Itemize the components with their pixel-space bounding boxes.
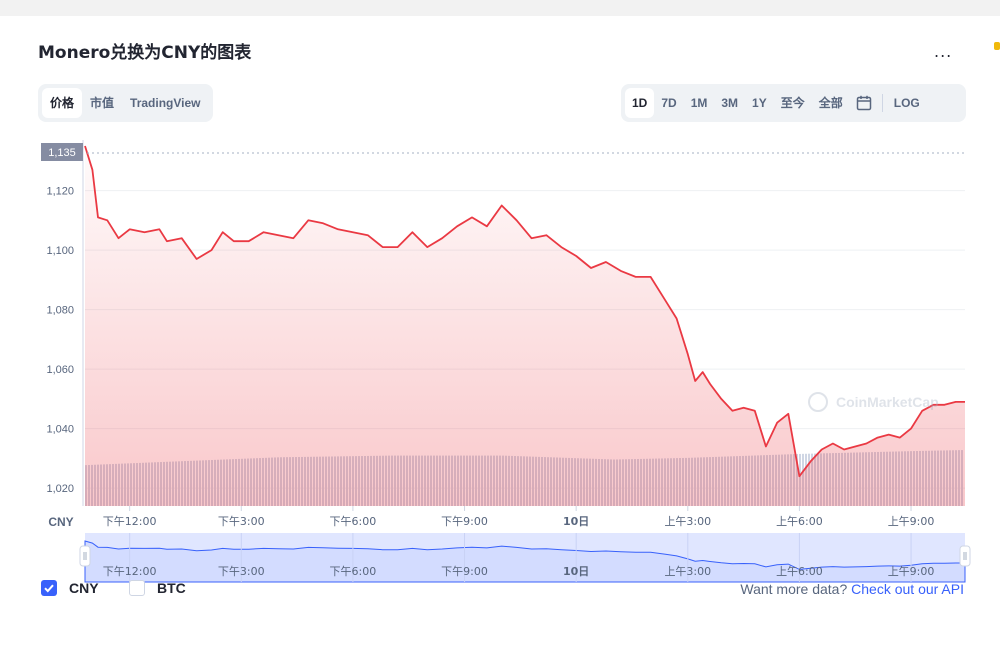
range-3m[interactable]: 3M — [714, 88, 745, 118]
x-tick-label: 上午3:00 — [664, 515, 711, 528]
watermark: CoinMarketCap — [808, 392, 939, 412]
edge-decoration — [994, 42, 1000, 50]
range-tabs: 1D 7D 1M 3M 1Y 至今 全部 LOG — [621, 84, 966, 122]
y-axis-unit: CNY — [48, 515, 73, 529]
range-1y[interactable]: 1Y — [745, 88, 774, 118]
watermark-text: CoinMarketCap — [836, 394, 939, 410]
x-tick-label: 上午9:00 — [888, 515, 935, 528]
price-chart[interactable]: CoinMarketCap 1,0201,0401,0601,0801,1001… — [0, 126, 1000, 586]
checkbox-btc[interactable] — [129, 580, 145, 596]
current-price-label: 1,135 — [41, 143, 83, 161]
legend-cny-label: CNY — [69, 580, 99, 596]
checkbox-cny[interactable] — [41, 580, 57, 596]
price-area — [85, 146, 965, 506]
range-ytd[interactable]: 至今 — [774, 88, 812, 118]
range-1d[interactable]: 1D — [625, 88, 655, 118]
x-tick-label: 下午9:00 — [441, 515, 488, 528]
x-tick-label: 下午12:00 — [103, 515, 157, 528]
more-options-icon[interactable]: ... — [934, 42, 952, 61]
view-tabs: 价格 市值 TradingView — [38, 84, 213, 122]
current-price-text: 1,135 — [48, 147, 76, 159]
legend-btc[interactable]: BTC — [129, 580, 186, 596]
navigator-x-tick-label: 下午12:00 — [103, 565, 157, 578]
navigator-x-tick-label: 上午9:00 — [888, 565, 935, 578]
tab-market-cap[interactable]: 市值 — [82, 88, 122, 118]
navigator-handle-left[interactable] — [79, 545, 91, 567]
navigator[interactable]: 下午12:00 下午3:00 下午6:00 下午9:00 10日 上午3:00 上午6:00… — [79, 533, 971, 583]
calendar-icon[interactable] — [850, 95, 878, 111]
navigator-x-tick-label: 下午3:00 — [218, 565, 265, 578]
legend-btc-label: BTC — [157, 580, 186, 596]
api-prompt: Want more data? — [740, 581, 848, 597]
legend-cny[interactable]: CNY — [41, 580, 99, 596]
navigator-x-tick-label: 下午9:00 — [441, 565, 488, 578]
navigator-x-tick-label: 10日 — [563, 565, 589, 578]
navigator-x-tick-label: 上午3:00 — [664, 565, 711, 578]
x-axis: 下午12:00 下午3:00 下午6:00 下午9:00 10日 上午3:00 上午6:00… — [103, 506, 935, 528]
log-toggle[interactable]: LOG — [887, 88, 927, 118]
page-title: Monero兑换为CNY的图表 — [38, 43, 252, 63]
y-tick-label: 1,100 — [46, 245, 74, 257]
x-tick-label: 下午6:00 — [330, 515, 377, 528]
y-axis: 1,020 1,040 1,060 1,080 1,100 1,120 — [46, 186, 74, 496]
navigator-x-tick-label: 上午6:00 — [776, 565, 823, 578]
navigator-handle-right[interactable] — [959, 545, 971, 567]
y-tick-label: 1,120 — [46, 186, 74, 198]
range-7d[interactable]: 7D — [654, 88, 683, 118]
navigator-x-tick-label: 下午6:00 — [330, 565, 377, 578]
y-tick-label: 1,040 — [46, 424, 74, 436]
range-all[interactable]: 全部 — [812, 88, 850, 118]
api-link[interactable]: Check out our API — [851, 581, 964, 597]
y-tick-label: 1,020 — [46, 483, 74, 495]
y-tick-label: 1,080 — [46, 305, 74, 317]
range-1m[interactable]: 1M — [684, 88, 715, 118]
api-promo: Want more data? Check out our API — [740, 581, 964, 597]
x-tick-label: 下午3:00 — [218, 515, 265, 528]
x-tick-label: 上午6:00 — [776, 515, 823, 528]
y-tick-label: 1,060 — [46, 364, 74, 376]
range-divider — [881, 94, 883, 112]
tab-tradingview[interactable]: TradingView — [122, 88, 208, 118]
x-tick-label: 10日 — [563, 515, 589, 528]
tab-price[interactable]: 价格 — [42, 88, 83, 118]
